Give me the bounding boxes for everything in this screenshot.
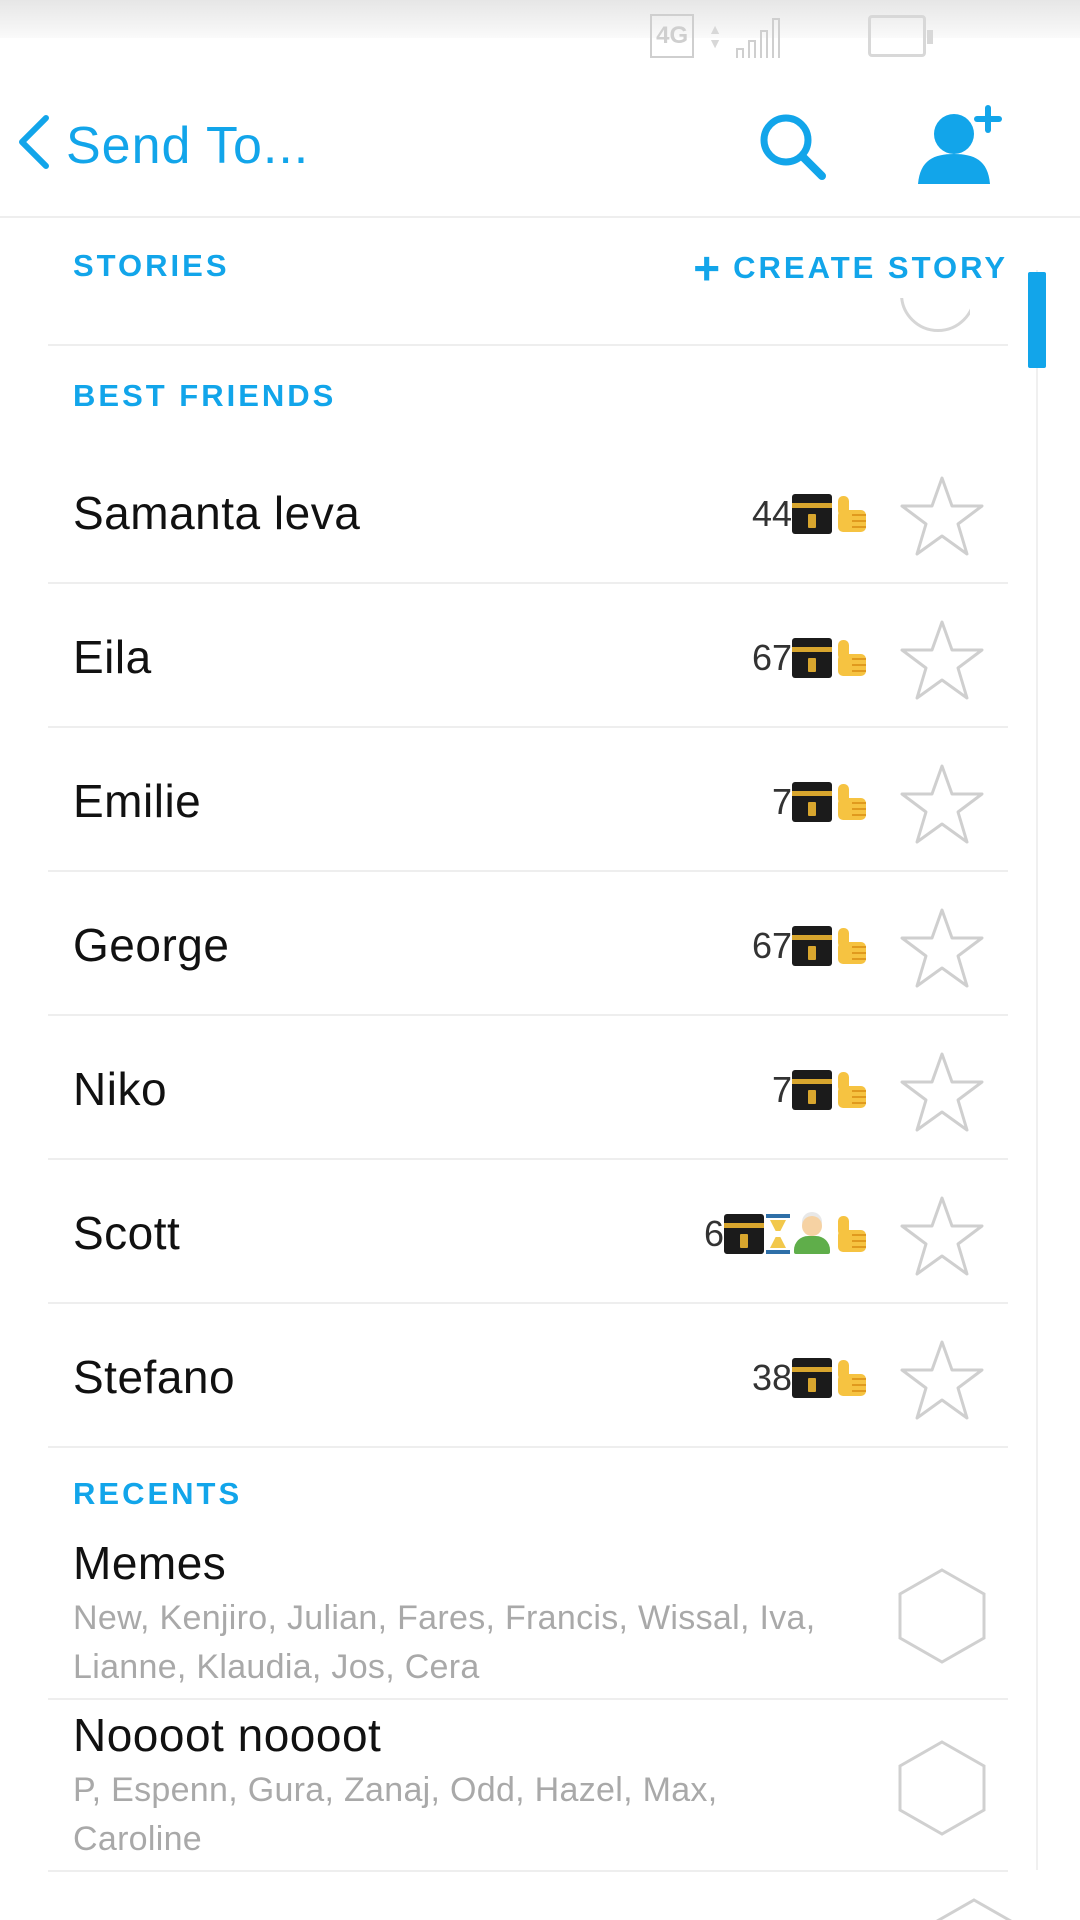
best-friends-section-title: BEST FRIENDS <box>73 378 337 413</box>
streak-count: 67 <box>751 637 792 678</box>
thumbs-up-emoji-icon <box>832 1214 868 1254</box>
create-story-label: CREATE STORY <box>733 250 1008 285</box>
plus-icon: + <box>693 242 724 294</box>
kaaba-emoji-icon <box>724 1214 764 1254</box>
star-icon[interactable] <box>898 618 986 702</box>
star-icon[interactable] <box>898 762 986 846</box>
friend-row[interactable]: Eila 67 <box>48 584 1008 728</box>
friend-name: Scott <box>73 1207 181 1259</box>
streak-count: 7 <box>771 1069 792 1110</box>
person-emoji-icon <box>792 1214 832 1254</box>
kaaba-emoji-icon <box>792 1070 832 1110</box>
app-header: Send To... <box>0 60 1080 218</box>
friend-name: Stefano <box>73 1351 236 1403</box>
chevron-left-icon[interactable] <box>14 112 54 172</box>
friend-streak: 67 <box>752 924 868 968</box>
streak-count: 7 <box>771 781 792 822</box>
star-icon[interactable] <box>898 906 986 990</box>
friend-row[interactable]: Stefano 38 <box>48 1304 1008 1448</box>
friend-streak: 67 <box>752 636 868 680</box>
group-select-hexagon[interactable] <box>898 1740 986 1836</box>
friend-row[interactable]: Samanta leva 44 <box>48 440 1008 584</box>
group-row[interactable]: Memes New, Kenjiro, Julian, Fares, Franci… <box>48 1528 1008 1700</box>
stories-section-title: STORIES <box>73 248 230 283</box>
friend-streak: 38 <box>752 1356 868 1400</box>
thumbs-up-emoji-icon <box>832 1070 868 1110</box>
star-icon[interactable] <box>898 1338 986 1422</box>
best-friends-list: Samanta leva 44 Eila 67 Emilie 7 George 67 Niko 7… <box>0 440 1040 1448</box>
kaaba-emoji-icon <box>792 1358 832 1398</box>
status-icons: 4G ▲ ▼ <box>650 8 1060 64</box>
friend-row[interactable]: Scott 6 <box>48 1160 1008 1304</box>
streak-count: 38 <box>751 1357 792 1398</box>
status-bar: 4G ▲ ▼ <box>0 0 1080 58</box>
thumbs-up-emoji-icon <box>832 494 868 534</box>
story-select-circle[interactable] <box>900 298 970 338</box>
kaaba-emoji-icon <box>792 494 832 534</box>
send-to-list: STORIES + CREATE STORY BEST FRIENDS Sama… <box>0 220 1040 1872</box>
kaaba-emoji-icon <box>792 926 832 966</box>
search-icon[interactable] <box>756 110 828 182</box>
star-icon[interactable] <box>898 474 986 558</box>
friend-row[interactable]: George 67 <box>48 872 1008 1016</box>
group-members: P, Espenn, Gura, Zanaj, Odd, Hazel, Max,… <box>73 1771 718 1858</box>
network-type-badge: 4G <box>650 14 695 58</box>
data-activity-icon: ▲ ▼ <box>708 21 722 51</box>
friend-name: Niko <box>73 1063 168 1115</box>
streak-count: 6 <box>703 1213 724 1254</box>
group-row[interactable]: Noooot noooot P, Espenn, Gura, Zanaj, Odd… <box>48 1700 1008 1872</box>
add-user-icon[interactable] <box>916 104 1006 188</box>
friend-name: Eila <box>73 631 152 683</box>
star-icon[interactable] <box>898 1050 986 1134</box>
kaaba-emoji-icon <box>792 638 832 678</box>
signal-bars-icon <box>736 14 780 58</box>
hourglass-emoji-icon <box>764 1214 792 1254</box>
group-name: Memes <box>73 1537 227 1589</box>
scroll-track <box>1036 270 1038 1870</box>
page-title: Send To... <box>66 117 310 175</box>
group-select-hexagon[interactable] <box>898 1568 986 1664</box>
friend-streak: 7 <box>772 1068 868 1112</box>
group-select-hexagon[interactable] <box>930 1898 1018 1920</box>
friend-row[interactable]: Niko 7 <box>48 1016 1008 1160</box>
friend-streak: 44 <box>752 492 868 536</box>
recents-list: Memes New, Kenjiro, Julian, Fares, Franci… <box>0 1528 1040 1872</box>
thumbs-up-emoji-icon <box>832 1358 868 1398</box>
create-story-button[interactable]: + CREATE STORY <box>693 242 1008 294</box>
kaaba-emoji-icon <box>792 782 832 822</box>
friend-name: George <box>73 919 230 971</box>
recents-section-title: RECENTS <box>73 1476 243 1511</box>
streak-count: 44 <box>751 493 792 534</box>
friend-name: Samanta leva <box>73 487 361 539</box>
friend-name: Emilie <box>73 775 202 827</box>
friend-streak: 7 <box>772 780 868 824</box>
battery-icon <box>868 15 933 57</box>
streak-count: 67 <box>751 925 792 966</box>
thumbs-up-emoji-icon <box>832 782 868 822</box>
stories-section: STORIES + CREATE STORY <box>48 220 1008 346</box>
friend-row[interactable]: Emilie 7 <box>48 728 1008 872</box>
star-icon[interactable] <box>898 1194 986 1278</box>
group-members: New, Kenjiro, Julian, Fares, Francis, Wi… <box>73 1599 816 1686</box>
thumbs-up-emoji-icon <box>832 638 868 678</box>
friend-streak: 6 <box>704 1212 868 1256</box>
scrollbar-thumb[interactable] <box>1028 272 1046 368</box>
group-name: Noooot noooot <box>73 1709 382 1761</box>
thumbs-up-emoji-icon <box>832 926 868 966</box>
